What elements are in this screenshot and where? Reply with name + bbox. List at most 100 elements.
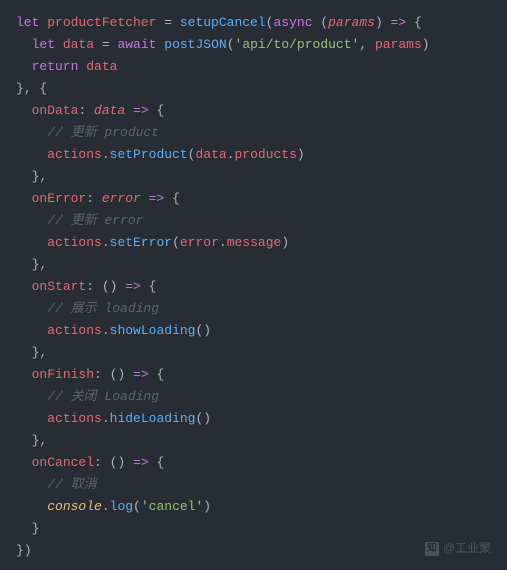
string-cancel: 'cancel'	[141, 499, 203, 514]
fn-setError: setError	[110, 235, 172, 250]
code-line: onCancel: () => {	[16, 452, 491, 474]
var-data: data	[63, 37, 94, 52]
prop-onFinish: onFinish	[32, 367, 94, 382]
code-line: // 取消	[16, 474, 491, 496]
dot: .	[227, 147, 235, 162]
keyword-let: let	[32, 37, 55, 52]
comma: ,	[359, 37, 375, 52]
prop-onCancel: onCancel	[32, 455, 94, 470]
paren: (	[133, 499, 141, 514]
brace: {	[156, 367, 164, 382]
code-line: },	[16, 342, 491, 364]
colon: :	[86, 191, 102, 206]
code-line: actions.hideLoading()	[16, 408, 491, 430]
keyword-async: async	[273, 15, 312, 30]
paren: ()	[195, 323, 211, 338]
colon: :	[86, 279, 102, 294]
comment: // 关闭 Loading	[47, 389, 159, 404]
code-block: let productFetcher = setupCancel ( async (…	[0, 12, 507, 562]
comment: // 更新 product	[47, 125, 159, 140]
fn-hideLoading: hideLoading	[110, 411, 196, 426]
ref-actions: actions	[47, 411, 102, 426]
comment: // 更新 error	[47, 213, 143, 228]
paren: )	[422, 37, 430, 52]
arrow: =>	[125, 455, 156, 470]
code-line: actions.setProduct(data.products)	[16, 144, 491, 166]
fn-setProduct: setProduct	[110, 147, 188, 162]
ref-actions: actions	[47, 147, 102, 162]
paren: )	[375, 15, 383, 30]
code-line: return data	[16, 56, 491, 78]
dot: .	[102, 411, 110, 426]
arrow: =>	[125, 103, 156, 118]
brace: }	[16, 81, 24, 96]
paren: )	[24, 543, 32, 558]
keyword-return: return	[32, 59, 79, 74]
brace: {	[156, 455, 164, 470]
comment: // 取消	[47, 477, 96, 492]
comment: // 展示 loading	[47, 301, 159, 316]
paren: ()	[195, 411, 211, 426]
code-line: }, {	[16, 78, 491, 100]
code-line: },	[16, 254, 491, 276]
brace: {	[414, 15, 422, 30]
code-line: actions.showLoading()	[16, 320, 491, 342]
ref-message: message	[227, 235, 282, 250]
prop-onStart: onStart	[32, 279, 87, 294]
param-error: error	[102, 191, 141, 206]
code-line: // 关闭 Loading	[16, 386, 491, 408]
fn-log: log	[110, 499, 133, 514]
code-line: }	[16, 518, 491, 540]
keyword-let: let	[16, 15, 39, 30]
param-data: data	[94, 103, 125, 118]
brace: {	[172, 191, 180, 206]
watermark-text: @工业聚	[443, 541, 491, 555]
code-line: actions.setError(error.message)	[16, 232, 491, 254]
dot: .	[102, 235, 110, 250]
comma: ,	[39, 345, 47, 360]
arrow: =>	[125, 367, 156, 382]
code-line: console.log('cancel')	[16, 496, 491, 518]
paren: )	[297, 147, 305, 162]
dot: .	[102, 499, 110, 514]
paren: (	[227, 37, 235, 52]
zhihu-icon: 知乎	[425, 542, 439, 556]
fn-postJSON: postJSON	[164, 37, 226, 52]
code-line: onData: data => {	[16, 100, 491, 122]
fn-setupCancel: setupCancel	[180, 15, 266, 30]
code-line: let data = await postJSON('api/to/produc…	[16, 34, 491, 56]
code-line: // 更新 error	[16, 210, 491, 232]
var-productFetcher: productFetcher	[47, 15, 156, 30]
code-line: })	[16, 540, 491, 562]
comma: ,	[39, 257, 47, 272]
ref-error: error	[180, 235, 219, 250]
paren: ()	[102, 279, 118, 294]
prop-onData: onData	[32, 103, 79, 118]
code-line: // 展示 loading	[16, 298, 491, 320]
arrow: =>	[383, 15, 414, 30]
arrow: =>	[141, 191, 172, 206]
code-line: onError: error => {	[16, 188, 491, 210]
brace: }	[32, 521, 40, 536]
ref-actions: actions	[47, 323, 102, 338]
op-eq: =	[156, 15, 179, 30]
param-params: params	[328, 15, 375, 30]
brace: {	[39, 81, 47, 96]
ref-products: products	[235, 147, 297, 162]
paren: ()	[110, 455, 126, 470]
brace: {	[149, 279, 157, 294]
paren: (	[172, 235, 180, 250]
paren: ()	[110, 367, 126, 382]
code-line: onStart: () => {	[16, 276, 491, 298]
string-api: 'api/to/product'	[235, 37, 360, 52]
ref-data: data	[86, 59, 117, 74]
dot: .	[219, 235, 227, 250]
dot: .	[102, 323, 110, 338]
comma: ,	[39, 169, 47, 184]
ref-params: params	[375, 37, 422, 52]
dot: .	[102, 147, 110, 162]
op-eq: =	[94, 37, 117, 52]
code-line: },	[16, 430, 491, 452]
colon: :	[94, 455, 110, 470]
comma: ,	[24, 81, 40, 96]
